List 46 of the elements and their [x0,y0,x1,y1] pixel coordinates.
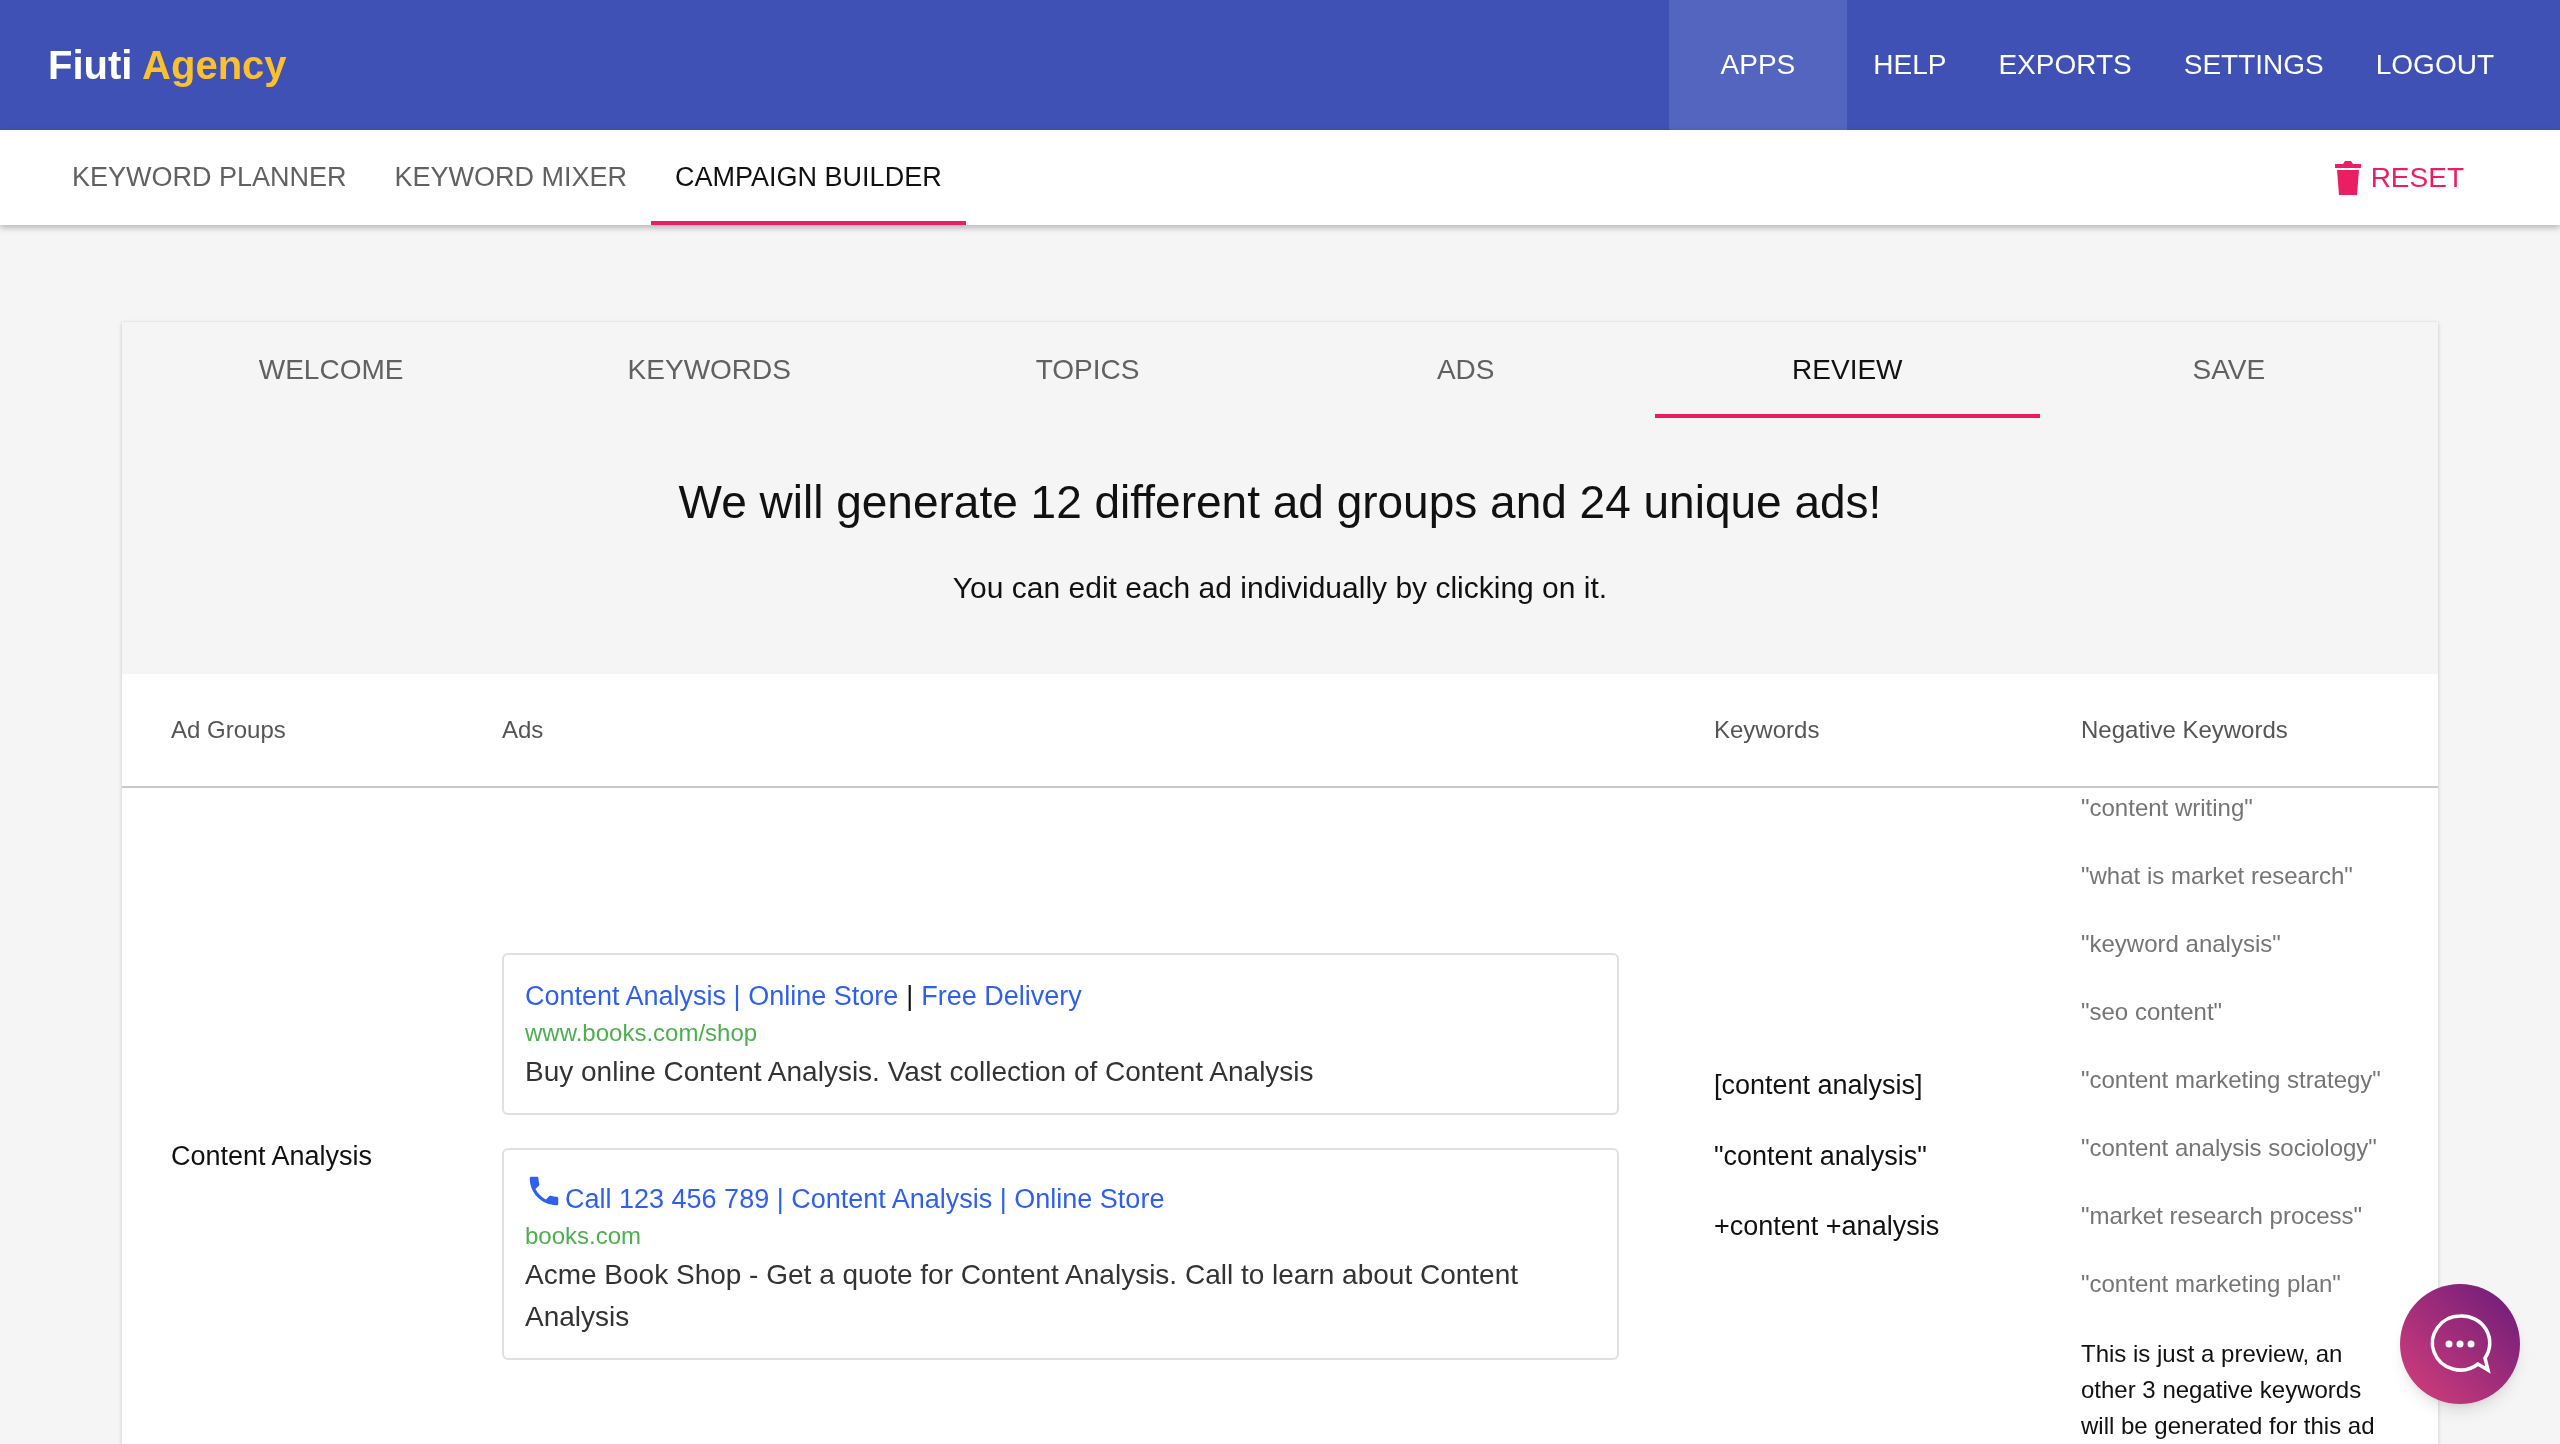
column-header: Ad Groups [171,716,286,743]
preview-note: This is just a preview, an other 3 negative keywords will be generated for this ad [2081,1339,2376,1441]
ad-url: www.books.com/shop [525,1017,759,1048]
app-tab[interactable]: CAMPAIGN BUILDER [651,130,966,225]
app-tab[interactable]: KEYWORD PLANNER [48,130,371,225]
ad-headline-link[interactable]: Content Analysis | Online Store [525,976,899,1015]
column-header: Negative Keywords [2081,716,2288,743]
reset-button[interactable]: RESET [2334,130,2464,225]
heading: We will generate 12 different ad groups and 24 unique ads! [677,475,1883,530]
ad-card[interactable]: Call 123 456 789 | Content Analysis | Online Store books.com Acme Book Shop - Get a quote for Content Analysis. Call to learn about Content Analysis [502,1147,1619,1360]
ad-headline-link[interactable]: Free Delivery [921,976,1082,1015]
negative-keyword: "content analysis sociology" [2081,1134,2377,1161]
nav-tab[interactable]: SETTINGS [2157,0,2350,130]
step-tab[interactable]: KEYWORDS [559,322,860,418]
column-header: Ads [502,716,544,743]
ad-description: Acme Book Shop - Get a quote for Content Analysis. Call to learn about Content Analysis [525,1257,1519,1334]
app-tab[interactable]: KEYWORD MIXER [370,130,652,225]
negative-keyword: "content marketing strategy" [2081,1066,2381,1093]
keyword: +content +analysis [1714,1210,1941,1244]
brand-logo[interactable]: Fiuti Agency [0,35,287,95]
step-tab[interactable]: WELCOME [181,322,482,418]
nav-tab[interactable]: HELP [1847,0,1973,130]
negative-keyword: "content writing" [2081,794,2253,821]
column-header: Keywords [1714,716,1820,743]
separator: | [905,979,915,1013]
ad-url: books.com [525,1220,643,1251]
negative-keyword: "seo content" [2081,998,2223,1025]
ad-description: Buy online Content Analysis. Vast collection of Content Analysis [525,1054,1315,1089]
nav-tab[interactable]: APPS [1668,0,1848,130]
ad-card[interactable]: Content Analysis | Online Store | Free Delivery www.books.com/shop Buy online Content Analysis. Vast collection of Content Analysis [502,952,1619,1115]
step-tab[interactable]: REVIEW [1654,322,2040,418]
ad-group-name: Content Analysis [171,1140,373,1171]
keyword: [content analysis] [1714,1069,1924,1103]
trash-icon [2334,160,2361,195]
keyword: "content analysis" [1714,1139,1928,1173]
negative-keyword: "content marketing plan" [2081,1270,2341,1297]
negative-keyword: "market research process" [2081,1202,2363,1229]
negative-keyword: "what is market research" [2081,862,2353,889]
negative-keyword: "keyword analysis" [2081,930,2281,957]
step-tab[interactable]: TOPICS [937,322,1238,418]
ad-headline-link[interactable]: Call 123 456 789 | Content Analysis | Online Store [565,1179,1165,1218]
step-tab[interactable]: ADS [1315,322,1616,418]
nav-tab[interactable]: EXPORTS [1972,0,2158,130]
step-tab[interactable]: SAVE [2078,322,2379,418]
nav-tab[interactable]: LOGOUT [2349,0,2520,130]
subheading: You can edit each ad individually by clicking on it. [951,570,1609,606]
